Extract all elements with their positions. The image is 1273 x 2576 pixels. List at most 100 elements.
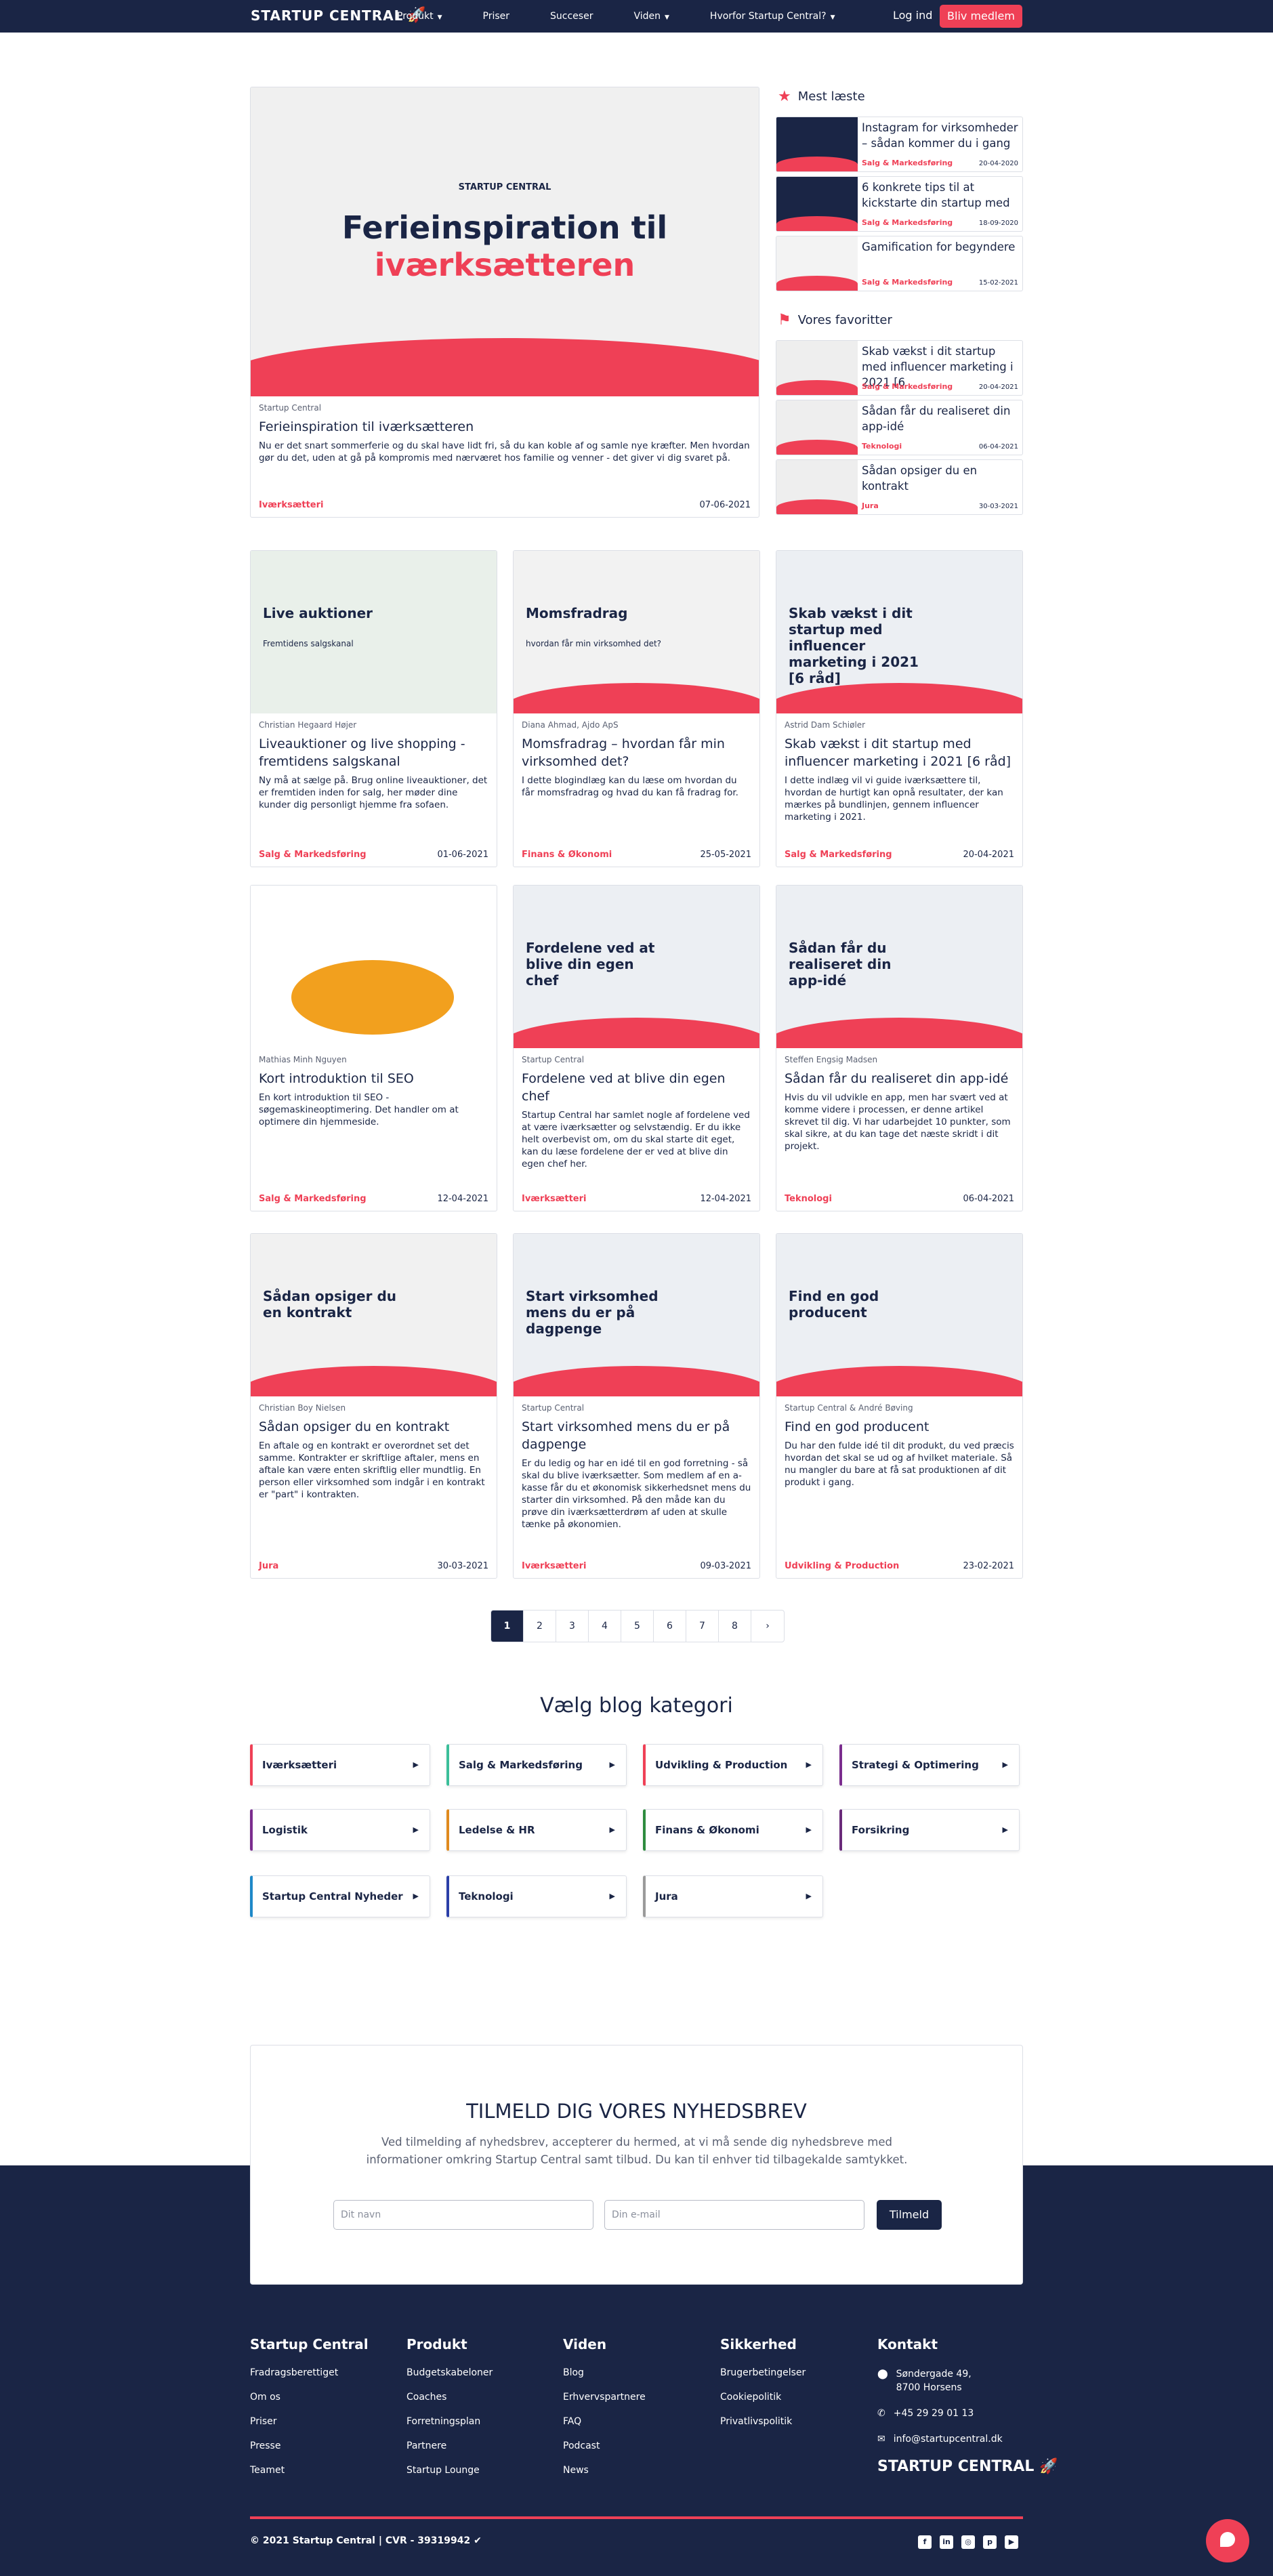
youtube-icon[interactable]: ▶ [1005, 2535, 1018, 2549]
footer-link[interactable]: Priser [250, 2416, 369, 2427]
nav-item-produkt[interactable]: Produkt ▼ [397, 0, 442, 33]
name-input[interactable]: Dit navn [333, 2200, 593, 2230]
footer-phone[interactable]: ✆ +45 29 29 01 13 [877, 2407, 1058, 2420]
page-button[interactable]: 4 [589, 1611, 621, 1642]
sidebar-article-category: Salg & Markedsføring [862, 382, 953, 391]
article-card[interactable]: Momsfradrag hvordan får min virksomhed de… [513, 550, 760, 867]
article-category[interactable]: Teknologi [785, 1194, 832, 1204]
page-button[interactable]: 7 [686, 1611, 719, 1642]
article-card[interactable]: Skab vækst i dit startup med influencer … [776, 550, 1023, 867]
footer-link[interactable]: Podcast [563, 2440, 646, 2451]
login-link[interactable]: Log ind [893, 9, 932, 22]
footer-link[interactable]: FAQ [563, 2416, 646, 2427]
nav-item-succeser[interactable]: Succeser [550, 0, 593, 33]
linkedin-icon[interactable]: in [940, 2535, 953, 2549]
article-category[interactable]: Udvikling & Production [785, 1561, 899, 1571]
article-card[interactable]: Mathias Minh Nguyen Kort introduktion til… [250, 885, 497, 1211]
email-input[interactable]: Din e-mail [604, 2200, 864, 2230]
page-button[interactable]: 8 [719, 1611, 751, 1642]
footer-link[interactable]: Presse [250, 2440, 369, 2451]
category-button[interactable]: Iværksætteri ▶ [250, 1744, 430, 1786]
category-button[interactable]: Logistik ▶ [250, 1809, 430, 1851]
article-title[interactable]: Sådan får du realiseret din app-idé [785, 1070, 1014, 1087]
category-button[interactable]: Ledelse & HR ▶ [446, 1809, 627, 1851]
subscribe-button[interactable]: Tilmeld [877, 2200, 942, 2230]
featured-article-card[interactable]: STARTUP CENTRAL Ferieinspiration til ivæ… [250, 87, 759, 518]
article-title[interactable]: Liveauktioner og live shopping - fremtid… [259, 735, 488, 770]
category-button[interactable]: Udvikling & Production ▶ [643, 1744, 823, 1786]
instagram-icon[interactable]: ◎ [961, 2535, 975, 2549]
article-card[interactable]: Sådan får du realiseret din app-idé Steff… [776, 885, 1023, 1211]
article-title[interactable]: Momsfradrag – hvordan får min virksomhed… [522, 735, 751, 770]
article-category[interactable]: Salg & Markedsføring [785, 850, 892, 860]
category-button[interactable]: Salg & Markedsføring ▶ [446, 1744, 627, 1786]
page-button[interactable]: 1 [491, 1611, 524, 1642]
article-title[interactable]: Find en god producent [785, 1418, 1014, 1436]
nav-item-hvorfor[interactable]: Hvorfor Startup Central? ▼ [710, 0, 835, 33]
page-button[interactable]: 2 [524, 1611, 556, 1642]
nav-item-viden[interactable]: Viden ▼ [633, 0, 669, 33]
article-title[interactable]: Kort introduktion til SEO [259, 1070, 488, 1087]
footer-email[interactable]: ✉ info@startupcentral.dk [877, 2432, 1058, 2446]
sidebar-article-title[interactable]: 6 konkrete tips til at kickstarte din st… [862, 180, 1019, 211]
nav-item-priser[interactable]: Priser [483, 0, 510, 33]
footer-link[interactable]: Cookiepolitik [720, 2392, 806, 2403]
pinterest-icon[interactable]: p [983, 2535, 997, 2549]
next-page-button[interactable]: › [751, 1611, 784, 1642]
footer-link[interactable]: Brugerbetingelser [720, 2367, 806, 2378]
article-card[interactable]: Find en god producent Startup Central & A… [776, 1233, 1023, 1579]
article-category[interactable]: Salg & Markedsføring [259, 1194, 367, 1204]
sidebar-article-title[interactable]: Gamification for begyndere [862, 239, 1019, 255]
sidebar-article-card[interactable]: Gamification for begyndere Salg & Markeds… [776, 236, 1023, 291]
footer-link[interactable]: Coaches [406, 2392, 493, 2403]
footer-link[interactable]: Fradragsberettiget [250, 2367, 369, 2378]
article-card[interactable]: Live auktioner Fremtidens salgskanal Chris… [250, 550, 497, 867]
sidebar-article-card[interactable]: Sådan får du realiseret din app-idé Tekno… [776, 400, 1023, 455]
footer-link[interactable]: Partnere [406, 2440, 493, 2451]
sidebar-article-title[interactable]: Sådan får du realiseret din app-idé [862, 403, 1019, 434]
article-category[interactable]: Iværksætteri [522, 1561, 586, 1571]
article-category[interactable]: Iværksætteri [522, 1194, 586, 1204]
article-title[interactable]: Sådan opsiger du en kontrakt [259, 1418, 488, 1436]
article-category[interactable]: Salg & Markedsføring [259, 850, 367, 860]
sidebar-article-title[interactable]: Instagram for virksomheder – sådan komme… [862, 120, 1019, 151]
chat-widget-button[interactable] [1206, 2519, 1249, 2562]
illustration-bush [291, 960, 454, 1035]
footer-link[interactable]: Startup Lounge [406, 2465, 493, 2476]
sidebar-article-card[interactable]: Instagram for virksomheder – sådan komme… [776, 117, 1023, 172]
footer-link[interactable]: Privatlivspolitik [720, 2416, 806, 2427]
join-button[interactable]: Bliv medlem [940, 5, 1022, 28]
footer-link[interactable]: Forretningsplan [406, 2416, 493, 2427]
category-label: Iværksætteri [262, 1759, 337, 1771]
page-button[interactable]: 6 [654, 1611, 686, 1642]
article-card[interactable]: Start virksomhed mens du er på dagpenge S… [513, 1233, 760, 1579]
footer-link[interactable]: Teamet [250, 2465, 369, 2476]
sidebar-article-card[interactable]: 6 konkrete tips til at kickstarte din st… [776, 176, 1023, 232]
footer-link[interactable]: Blog [563, 2367, 646, 2378]
article-card[interactable]: Fordelene ved at blive din egen chef Star… [513, 885, 760, 1211]
article-title[interactable]: Fordelene ved at blive din egen chef [522, 1070, 751, 1105]
category-button[interactable]: Finans & Økonomi ▶ [643, 1809, 823, 1851]
page-button[interactable]: 5 [621, 1611, 654, 1642]
article-card[interactable]: Sådan opsiger du en kontrakt Christian Bo… [250, 1233, 497, 1579]
article-category[interactable]: Iværksætteri [259, 500, 323, 510]
sidebar-article-title[interactable]: Sådan opsiger du en kontrakt [862, 463, 1019, 494]
article-title[interactable]: Skab vækst i dit startup med influencer … [785, 735, 1014, 770]
footer-link[interactable]: News [563, 2465, 646, 2476]
category-button[interactable]: Teknologi ▶ [446, 1875, 627, 1917]
sidebar-article-card[interactable]: Sådan opsiger du en kontrakt Jura 30-03-20… [776, 459, 1023, 515]
article-category[interactable]: Finans & Økonomi [522, 850, 612, 860]
page-button[interactable]: 3 [556, 1611, 589, 1642]
footer-link[interactable]: Erhvervspartnere [563, 2392, 646, 2403]
footer-link[interactable]: Om os [250, 2392, 369, 2403]
facebook-icon[interactable]: f [918, 2535, 932, 2549]
footer-link[interactable]: Budgetskabeloner [406, 2367, 493, 2378]
category-button[interactable]: Jura ▶ [643, 1875, 823, 1917]
article-category[interactable]: Jura [259, 1561, 278, 1571]
category-button[interactable]: Forsikring ▶ [839, 1809, 1020, 1851]
category-button[interactable]: Startup Central Nyheder ▶ [250, 1875, 430, 1917]
article-title[interactable]: Start virksomhed mens du er på dagpenge [522, 1418, 751, 1453]
category-button[interactable]: Strategi & Optimering ▶ [839, 1744, 1020, 1786]
article-title[interactable]: Ferieinspiration til iværksætteren [259, 418, 751, 436]
sidebar-article-card[interactable]: Skab vækst i dit startup med influencer … [776, 340, 1023, 396]
